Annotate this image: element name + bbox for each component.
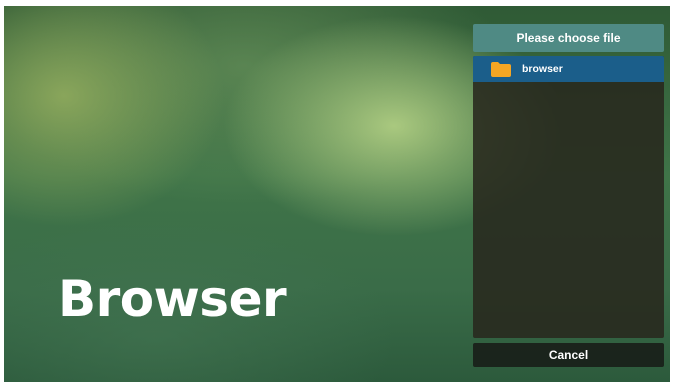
cancel-button[interactable]: Cancel [473,343,664,367]
wallpaper-title: Browser [58,270,287,328]
file-chooser-dialog: Please choose file browser Cancel [473,24,664,367]
file-list: browser [473,56,664,338]
screen: Browser Please choose file browser Cance… [4,6,670,382]
file-item-label: browser [522,63,563,75]
folder-icon [491,62,511,77]
dialog-title: Please choose file [473,24,664,52]
file-item-browser[interactable]: browser [473,56,664,82]
